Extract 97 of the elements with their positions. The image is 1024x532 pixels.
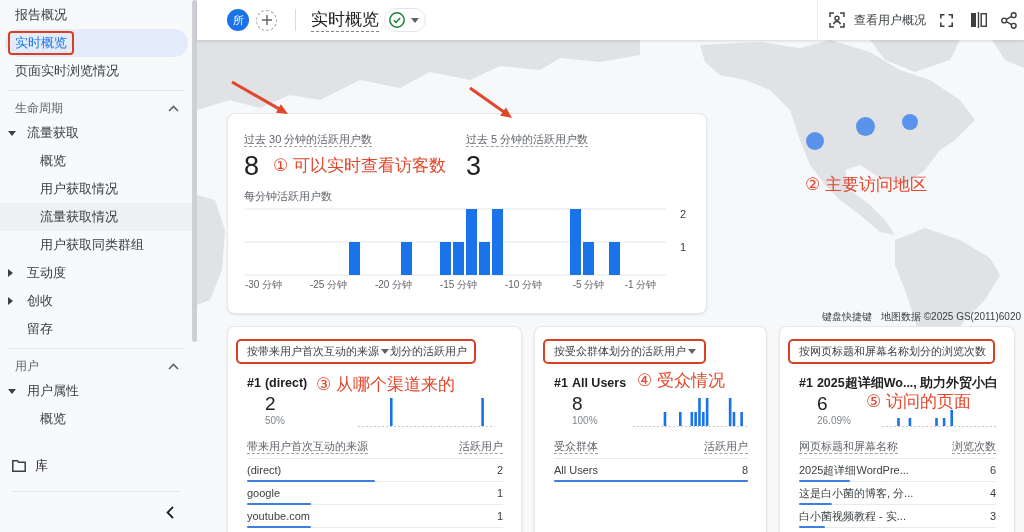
table-cell: 3 xyxy=(989,509,996,523)
annotation-arrow xyxy=(468,86,513,119)
stat-value: 2 xyxy=(265,393,277,415)
stat-percent: 50% xyxy=(265,415,285,427)
table-cell: youtube.com xyxy=(247,509,310,523)
axis-label: -30 分钟 xyxy=(244,279,283,290)
nav-item[interactable]: 概览 xyxy=(0,405,192,433)
axis-label: -1 分钟 xyxy=(624,279,657,290)
top-item-name: 2025超详细Wo..., 助力外贸小白 xyxy=(816,374,999,392)
section-title[interactable]: 用户 xyxy=(15,357,39,375)
card-title: 划分的活跃用户 xyxy=(390,344,467,359)
folder-icon xyxy=(12,460,26,472)
rank-label: #1 xyxy=(554,376,568,390)
title-dropdown[interactable]: 按带来用户首次互动的来源 xyxy=(247,344,390,359)
location-dot-icon[interactable] xyxy=(902,114,918,130)
stat-value: 6 xyxy=(817,393,829,415)
chevron-left-icon[interactable] xyxy=(166,505,174,519)
nav-item[interactable]: 页面实时浏览情况 xyxy=(5,57,188,85)
axis-label: -20 分钟 xyxy=(374,279,413,290)
annotation-text: ② 主要访问地区 xyxy=(805,174,927,196)
column-header[interactable]: 浏览次数 xyxy=(952,439,996,454)
nav-group-item[interactable]: 留存 xyxy=(0,315,192,343)
scrollbar-thumb[interactable] xyxy=(192,0,197,342)
table-cell: (direct) xyxy=(247,463,282,477)
nav-item[interactable]: 用户获取同类群组 xyxy=(0,231,192,259)
nav-item[interactable]: 流量获取情况 xyxy=(0,203,192,231)
chart-title: 每分钟活跃用户数 xyxy=(244,189,333,203)
column-header[interactable]: 带来用户首次互动的来源 xyxy=(247,439,368,454)
plus-icon xyxy=(261,15,272,25)
add-comparison-button[interactable] xyxy=(256,9,277,31)
card-title: 按网页标题和屏幕名称划分的浏览次数 xyxy=(799,344,986,359)
nav-item[interactable]: 用户获取情况 xyxy=(0,175,192,203)
table-cell: 1 xyxy=(496,509,503,523)
caret-down-icon xyxy=(411,17,419,23)
metric-value: 8 xyxy=(244,151,260,181)
nav-item[interactable]: 库 xyxy=(0,452,192,480)
column-header[interactable]: 受众群体 xyxy=(554,439,598,454)
table-cell: 1 xyxy=(496,486,503,500)
segment-badge[interactable]: 所 xyxy=(227,9,249,31)
table-cell: 4 xyxy=(989,486,996,500)
nav-item[interactable]: 概览 xyxy=(0,147,192,175)
axis-label: -5 分钟 xyxy=(572,279,605,290)
top-item-name: All Users xyxy=(571,376,627,390)
top-item-name: (direct) xyxy=(264,376,308,390)
metric-value: 3 xyxy=(466,151,482,181)
table-cell: 2 xyxy=(496,463,503,477)
nav-group-item[interactable]: 用户属性 xyxy=(0,377,192,405)
status-dropdown[interactable] xyxy=(384,8,426,32)
table-cell: google xyxy=(247,486,281,500)
axis-label: -25 分钟 xyxy=(309,279,348,290)
table-cell: 2025超详细WordPre... xyxy=(799,463,909,477)
axis-label: -10 分钟 xyxy=(504,279,543,290)
chevron-up-icon[interactable] xyxy=(168,362,179,370)
axis-label: 2 xyxy=(680,208,687,220)
table-cell: 8 xyxy=(741,463,748,477)
axis-label: -15 分钟 xyxy=(439,279,478,290)
annotation-text: ④ 受众情况 xyxy=(637,370,725,392)
map-attribution-text[interactable]: 地图数据 ©2025 GS(2011)6020 xyxy=(880,311,1021,323)
metric-label: 过去 5 分钟的活跃用户数 xyxy=(466,133,589,147)
caret-down-icon xyxy=(688,349,696,354)
nav-group-item[interactable]: 流量获取 xyxy=(0,119,192,147)
share-icon[interactable] xyxy=(1001,11,1017,29)
page-title: 实时概览 xyxy=(311,8,379,32)
table-cell: 这是白小菌的博客, 分... xyxy=(799,486,914,500)
rank-label: #1 xyxy=(247,376,261,390)
annotation-text: ① 可以实时查看访客数 xyxy=(273,155,446,177)
annotation-text: ⑤ 访问的页面 xyxy=(866,393,971,411)
column-header[interactable]: 活跃用户 xyxy=(704,439,748,454)
nav-group-item[interactable]: 创收 xyxy=(0,287,192,315)
chevron-up-icon[interactable] xyxy=(168,104,179,112)
map-attribution-text[interactable]: 键盘快捷键 xyxy=(821,311,872,323)
nav-item[interactable]: 报告概况 xyxy=(5,1,188,29)
metric-label: 过去 30 分钟的活跃用户数 xyxy=(244,133,373,147)
annotation-text: ③ 从哪个渠道来的 xyxy=(316,374,455,396)
fullscreen-icon[interactable] xyxy=(940,13,953,27)
table-cell: All Users xyxy=(554,463,598,477)
axis-label: 1 xyxy=(680,241,687,253)
split-view-icon[interactable] xyxy=(971,12,987,28)
location-dot-icon[interactable] xyxy=(806,132,824,150)
table-cell: 6 xyxy=(989,463,996,477)
section-title[interactable]: 生命周期 xyxy=(15,99,63,117)
stat-percent: 26.09% xyxy=(817,415,851,427)
nav-group-item[interactable]: 互动度 xyxy=(0,259,192,287)
annotation-arrow xyxy=(230,80,289,115)
stat-percent: 100% xyxy=(572,415,598,427)
column-header[interactable]: 活跃用户 xyxy=(459,439,503,454)
nav-item[interactable]: 实时概览 xyxy=(5,29,188,57)
title-dropdown[interactable]: 按受众群体划分的活跃用户 xyxy=(554,344,697,359)
location-dot-icon[interactable] xyxy=(856,117,875,136)
stat-value: 8 xyxy=(572,393,584,415)
column-header[interactable]: 网页标题和屏幕名称 xyxy=(799,439,898,454)
check-circle-icon xyxy=(389,12,405,28)
person-frame-icon xyxy=(829,12,845,28)
rank-label: #1 xyxy=(799,376,813,390)
caret-down-icon xyxy=(381,349,389,354)
view-user-overview-button[interactable]: 查看用户概况 xyxy=(829,12,926,28)
table-cell: 白小菌视频教程 - 实... xyxy=(799,509,906,523)
